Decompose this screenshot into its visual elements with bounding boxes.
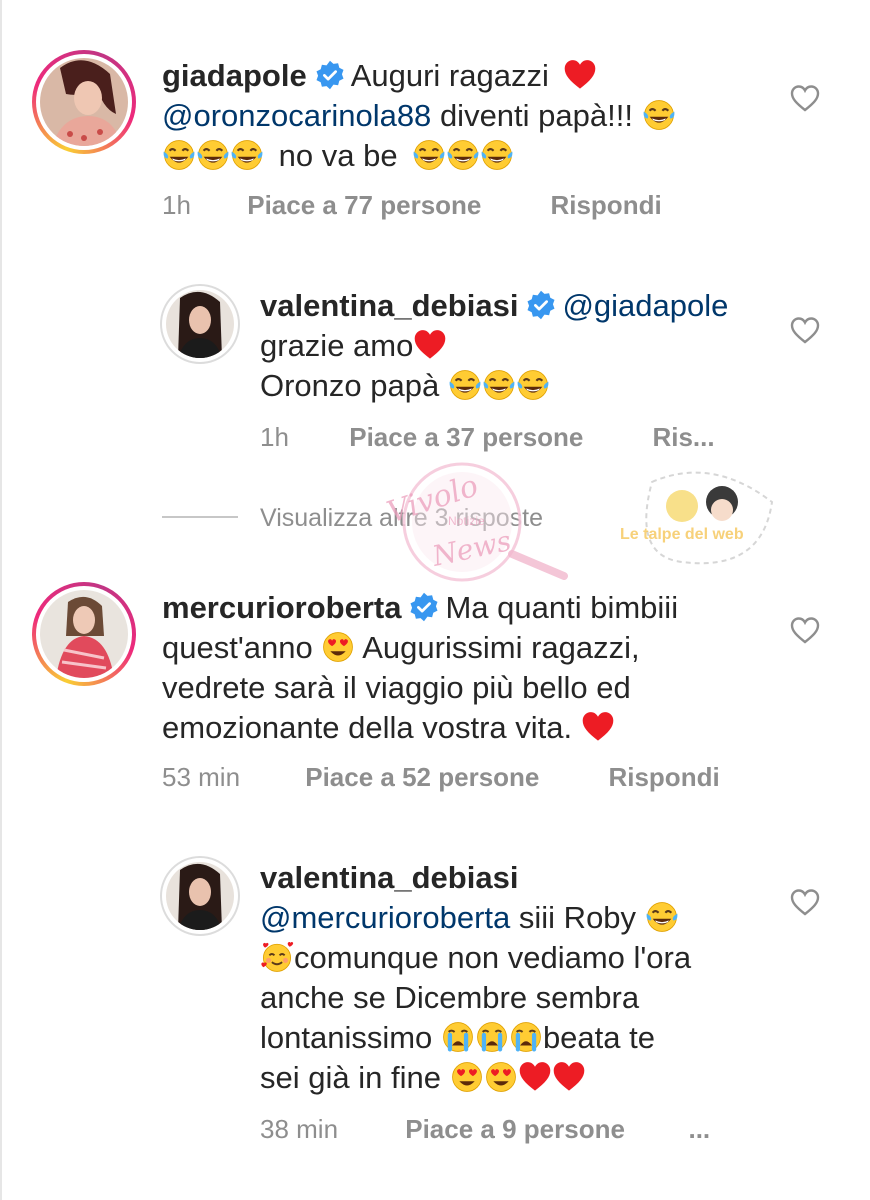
comment-text: mercurioroberta Ma quanti bimbiii quest'a… bbox=[162, 588, 762, 748]
reply-button[interactable]: Rispondi bbox=[550, 190, 661, 221]
verified-badge-icon bbox=[409, 592, 439, 622]
more-options-button[interactable]: ... bbox=[688, 1114, 710, 1145]
red-heart-emoji bbox=[413, 328, 447, 362]
divider bbox=[162, 516, 238, 518]
likes-count-link[interactable]: Piace a 37 persone bbox=[349, 422, 645, 453]
avatar-photo bbox=[40, 58, 128, 146]
comment-line: quest'anno bbox=[162, 630, 313, 665]
comment-line: Augurissimi ragazzi, bbox=[362, 630, 640, 665]
comment-meta: 38 min Piace a 9 persone ... bbox=[260, 1114, 710, 1145]
crying-emoji bbox=[509, 1020, 543, 1054]
mention-link[interactable]: @oronzocarinola88 bbox=[162, 98, 431, 133]
red-heart-emoji bbox=[552, 1060, 586, 1094]
tears-of-joy-emoji bbox=[448, 368, 482, 402]
tears-of-joy-emoji bbox=[645, 900, 679, 934]
heart-outline-icon[interactable] bbox=[790, 888, 820, 916]
comment-line: siii Roby bbox=[518, 900, 637, 935]
comment-username[interactable]: valentina_debiasi bbox=[260, 288, 518, 323]
likes-count-link[interactable]: Piace a 77 persone bbox=[247, 190, 543, 221]
comment-username[interactable]: mercurioroberta bbox=[162, 590, 401, 625]
comment-line: vedrete sarà il viaggio più bello ed bbox=[162, 670, 631, 705]
mention-link[interactable]: @giadapole bbox=[562, 288, 728, 323]
smiling-face-with-hearts-emoji bbox=[260, 940, 294, 974]
tears-of-joy-emoji bbox=[516, 368, 550, 402]
avatar-photo bbox=[166, 290, 234, 358]
comment-time: 1h bbox=[260, 422, 289, 452]
comment-time: 38 min bbox=[260, 1114, 339, 1144]
tears-of-joy-emoji bbox=[642, 98, 676, 132]
watermark-text: Le talpe del web bbox=[620, 526, 744, 543]
comment-line: beata te bbox=[542, 1020, 655, 1055]
red-heart-emoji bbox=[563, 58, 597, 92]
avatar-photo bbox=[166, 862, 234, 930]
reply-button[interactable]: Ris... bbox=[652, 422, 714, 453]
tears-of-joy-emoji bbox=[162, 138, 196, 172]
comment-time: 53 min bbox=[162, 762, 241, 792]
avatar[interactable] bbox=[160, 856, 240, 936]
reply-button[interactable]: Rispondi bbox=[608, 762, 719, 793]
comment-line: lontanissimo bbox=[260, 1020, 433, 1055]
comment-line: Ma quanti bimbiii bbox=[445, 590, 679, 625]
likes-count-link[interactable]: Piace a 52 persone bbox=[305, 762, 601, 793]
red-heart-emoji bbox=[518, 1060, 552, 1094]
comment-line: no va be bbox=[278, 138, 398, 173]
heart-eyes-emoji bbox=[484, 1060, 518, 1094]
view-more-replies-button[interactable]: Visualizza altre 3 risposte bbox=[162, 504, 543, 533]
heart-outline-icon[interactable] bbox=[790, 316, 820, 344]
comment-line: Auguri ragazzi bbox=[350, 58, 549, 93]
red-heart-emoji bbox=[581, 710, 615, 744]
comment-meta: 1h Piace a 77 persone Rispondi bbox=[162, 190, 662, 221]
avatar[interactable] bbox=[32, 50, 136, 154]
avatar-photo bbox=[40, 590, 128, 678]
verified-badge-icon bbox=[315, 60, 345, 90]
heart-outline-icon[interactable] bbox=[790, 616, 820, 644]
verified-badge-icon bbox=[526, 290, 556, 320]
tears-of-joy-emoji bbox=[230, 138, 264, 172]
comment-username[interactable]: giadapole bbox=[162, 58, 307, 93]
tears-of-joy-emoji bbox=[480, 138, 514, 172]
heart-outline-icon[interactable] bbox=[790, 84, 820, 112]
tears-of-joy-emoji bbox=[482, 368, 516, 402]
comment-line: grazie amo bbox=[260, 328, 414, 363]
crying-emoji bbox=[441, 1020, 475, 1054]
comment-line: diventi papà!!! bbox=[439, 98, 633, 133]
comments-panel: giadapole Auguri ragazzi @oronzocarinola8… bbox=[0, 0, 870, 1200]
tears-of-joy-emoji bbox=[196, 138, 230, 172]
comment-text: giadapole Auguri ragazzi @oronzocarinola8… bbox=[162, 56, 762, 176]
comment-line: sei già in fine bbox=[260, 1060, 441, 1095]
comment-text: valentina_debiasi @mercurioroberta siii … bbox=[260, 858, 780, 1098]
crying-emoji bbox=[475, 1020, 509, 1054]
likes-count-link[interactable]: Piace a 9 persone bbox=[405, 1114, 681, 1145]
tears-of-joy-emoji bbox=[412, 138, 446, 172]
comment-line: comunque non vediamo l'ora bbox=[294, 940, 692, 975]
comment-line: emozionante della vostra vita. bbox=[162, 710, 573, 745]
avatar[interactable] bbox=[32, 582, 136, 686]
heart-eyes-emoji bbox=[450, 1060, 484, 1094]
comment-line: Oronzo papà bbox=[260, 368, 440, 403]
comment-time: 1h bbox=[162, 190, 191, 220]
comment-meta: 1h Piace a 37 persone Ris... bbox=[260, 422, 715, 453]
comment-text: valentina_debiasi @giadapole grazie amo O… bbox=[260, 286, 780, 406]
tears-of-joy-emoji bbox=[446, 138, 480, 172]
heart-eyes-emoji bbox=[321, 630, 355, 664]
avatar[interactable] bbox=[160, 284, 240, 364]
mention-link[interactable]: @mercurioroberta bbox=[260, 900, 510, 935]
comment-line: anche se Dicembre sembra bbox=[260, 980, 640, 1015]
comment-meta: 53 min Piace a 52 persone Rispondi bbox=[162, 762, 720, 793]
view-more-label: Visualizza altre 3 risposte bbox=[260, 504, 544, 532]
comment-username[interactable]: valentina_debiasi bbox=[260, 860, 518, 895]
